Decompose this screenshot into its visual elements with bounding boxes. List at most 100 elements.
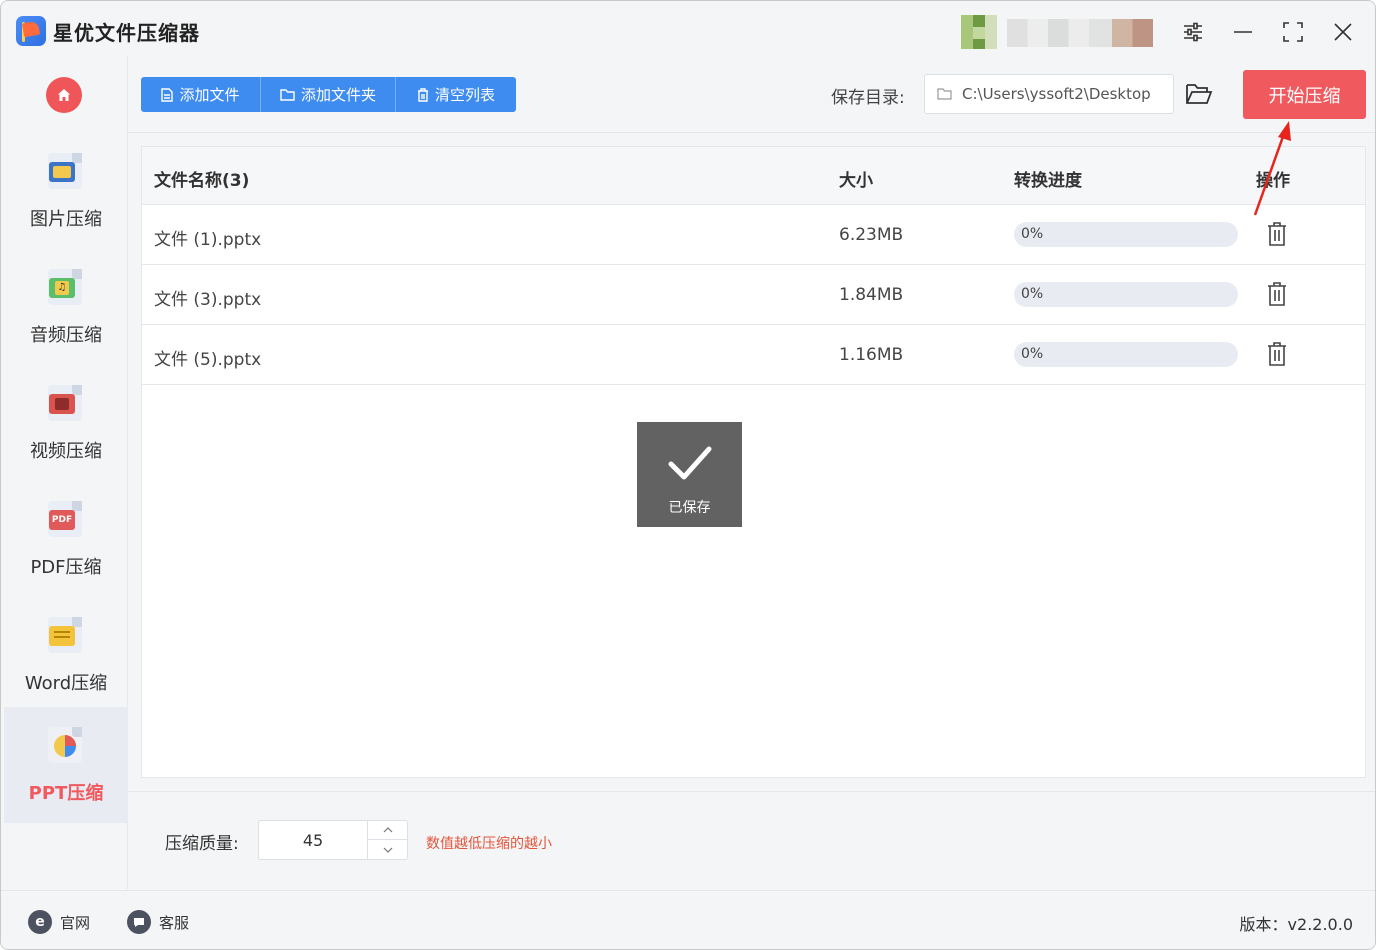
- header-size: 大小: [839, 171, 873, 191]
- add-folder-button[interactable]: 添加文件夹: [261, 77, 396, 112]
- file-size: 1.16MB: [839, 345, 904, 365]
- sidebar-item-label: PPT压缩: [28, 783, 104, 804]
- compression-settings: 压缩质量: 45 数值越低压缩的越小: [128, 791, 1375, 889]
- file-name: 文件 (5).pptx: [154, 350, 262, 370]
- saved-toast: 已保存: [637, 422, 742, 527]
- table-row[interactable]: 文件 (3).pptx 1.84MB 0%: [142, 265, 1365, 325]
- settings-button[interactable]: [1176, 15, 1210, 49]
- sidebar-item-audio[interactable]: ♫ 音频压缩: [4, 249, 128, 365]
- version-text: 版本：v2.2.0.0: [1239, 915, 1353, 934]
- sidebar-item-image[interactable]: 图片压缩: [4, 133, 128, 249]
- header-name: 文件名称(3): [154, 171, 250, 191]
- home-icon: [58, 89, 70, 101]
- folder-icon: [280, 88, 295, 101]
- annotation-arrow-icon: [1253, 121, 1291, 216]
- quality-value[interactable]: 45: [259, 831, 367, 850]
- file-name: 文件 (1).pptx: [154, 230, 262, 250]
- app-title: 星优文件压缩器: [53, 21, 200, 45]
- stepper-controls: [367, 821, 408, 859]
- chat-bubble-icon: [127, 910, 151, 934]
- close-icon: [1334, 23, 1352, 41]
- progress-text: 0%: [1021, 346, 1044, 362]
- clear-list-button[interactable]: 清空列表: [396, 77, 516, 112]
- progress-bar: 0%: [1014, 342, 1238, 367]
- table-row[interactable]: 文件 (5).pptx 1.16MB 0%: [142, 325, 1365, 385]
- sidebar-item-label: 视频压缩: [30, 441, 102, 462]
- browse-folder-button[interactable]: [1185, 81, 1213, 107]
- minimize-icon: [1234, 31, 1252, 33]
- table-header: 文件名称(3) 大小 转换进度 操作: [142, 147, 1365, 205]
- folder-open-icon: [1186, 84, 1213, 104]
- maximize-button[interactable]: [1276, 15, 1310, 49]
- folder-icon: [937, 88, 952, 100]
- quality-label: 压缩质量:: [165, 834, 239, 854]
- save-dir-input[interactable]: C:\Users\yssoft2\Desktop: [924, 74, 1174, 114]
- app-window: 星优文件压缩器 图片压缩 ♫ 音频压缩 视频压缩 PDF PDF压缩 Word压…: [0, 0, 1376, 950]
- sidebar-item-label: Word压缩: [24, 673, 108, 694]
- sliders-icon: [1184, 22, 1202, 42]
- file-name: 文件 (3).pptx: [154, 290, 262, 310]
- file-action-buttons: 添加文件 添加文件夹 清空列表: [141, 77, 516, 112]
- support-label: 客服: [159, 913, 190, 932]
- toolbar: 添加文件 添加文件夹 清空列表 保存目录: C:\Users\yssoft2\D…: [128, 61, 1375, 133]
- video-file-icon: [48, 385, 82, 421]
- decrement-button[interactable]: [368, 840, 408, 859]
- delete-row-button[interactable]: [1266, 341, 1288, 367]
- sidebar-item-video[interactable]: 视频压缩: [4, 365, 128, 481]
- image-file-icon: [48, 153, 82, 189]
- header-progress: 转换进度: [1014, 171, 1082, 191]
- website-label: 官网: [60, 913, 91, 932]
- add-file-label: 添加文件: [179, 86, 240, 104]
- quality-hint: 数值越低压缩的越小: [426, 836, 552, 852]
- trash-icon: [1268, 222, 1286, 246]
- trash-icon: [1268, 282, 1286, 306]
- sidebar-item-pdf[interactable]: PDF PDF压缩: [4, 481, 128, 597]
- support-link[interactable]: 客服: [127, 910, 189, 934]
- sidebar-item-label: 图片压缩: [30, 209, 102, 230]
- add-folder-label: 添加文件夹: [300, 86, 376, 104]
- word-file-icon: [48, 617, 82, 653]
- save-dir-label: 保存目录:: [831, 88, 905, 108]
- sidebar-item-label: 音频压缩: [30, 325, 102, 346]
- fullscreen-icon: [1283, 22, 1303, 42]
- progress-text: 0%: [1021, 286, 1044, 302]
- user-avatar[interactable]: [961, 15, 997, 49]
- start-compress-button[interactable]: 开始压缩: [1243, 70, 1366, 119]
- quality-stepper[interactable]: 45: [258, 820, 408, 860]
- file-icon: [161, 87, 174, 102]
- progress-text: 0%: [1021, 226, 1044, 242]
- delete-row-button[interactable]: [1266, 221, 1288, 247]
- website-link[interactable]: e 官网: [28, 910, 90, 934]
- trash-icon: [1268, 342, 1286, 366]
- increment-button[interactable]: [368, 821, 408, 840]
- toast-text: 已保存: [668, 500, 711, 516]
- app-logo-icon: [16, 16, 46, 46]
- file-size: 6.23MB: [839, 225, 904, 245]
- progress-bar: 0%: [1014, 222, 1238, 247]
- chevron-up-icon: [383, 827, 393, 833]
- clear-list-label: 清空列表: [434, 86, 495, 104]
- chevron-down-icon: [383, 847, 393, 853]
- sidebar-item-word[interactable]: Word压缩: [4, 597, 128, 713]
- add-file-button[interactable]: 添加文件: [141, 77, 261, 112]
- sidebar-item-ppt[interactable]: PPT压缩: [4, 707, 128, 823]
- sidebar-item-label: PDF压缩: [30, 557, 102, 578]
- minimize-button[interactable]: [1226, 15, 1260, 49]
- title-bar: 星优文件压缩器: [1, 1, 1375, 61]
- checkmark-icon: [668, 446, 712, 480]
- progress-bar: 0%: [1014, 282, 1238, 307]
- home-button[interactable]: [46, 77, 82, 113]
- save-dir-value: C:\Users\yssoft2\Desktop: [962, 85, 1151, 103]
- audio-file-icon: ♫: [48, 269, 82, 305]
- close-button[interactable]: [1326, 15, 1360, 49]
- file-size: 1.84MB: [839, 285, 904, 305]
- browser-e-icon: e: [28, 910, 52, 934]
- pdf-file-icon: PDF: [48, 501, 82, 537]
- trash-icon: [417, 87, 428, 102]
- file-table: 文件名称(3) 大小 转换进度 操作 文件 (1).pptx 6.23MB 0%…: [141, 146, 1366, 778]
- table-row[interactable]: 文件 (1).pptx 6.23MB 0%: [142, 205, 1365, 265]
- sidebar: 图片压缩 ♫ 音频压缩 视频压缩 PDF PDF压缩 Word压缩 PPT压缩: [4, 56, 128, 889]
- user-name-blurred[interactable]: [1007, 19, 1153, 47]
- ppt-file-icon: [48, 727, 82, 763]
- delete-row-button[interactable]: [1266, 281, 1288, 307]
